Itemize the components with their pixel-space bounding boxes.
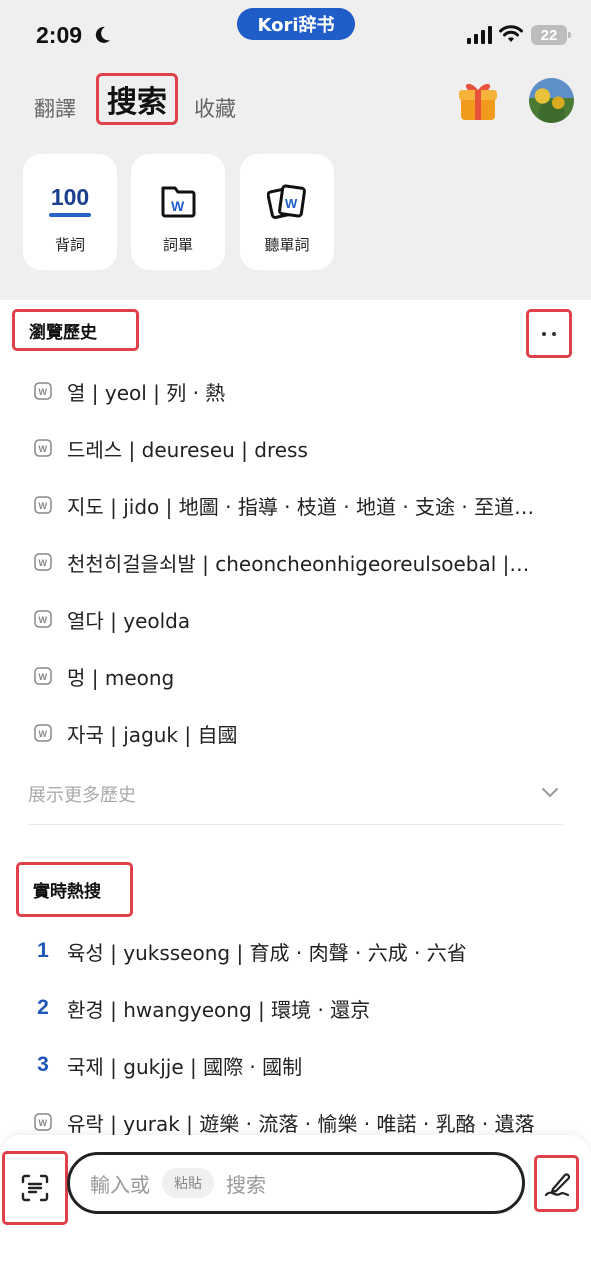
feature-card-memorize[interactable]: 100 背詞 bbox=[23, 154, 117, 270]
tab-favorites[interactable]: 收藏 bbox=[194, 93, 236, 123]
word-icon: W bbox=[34, 382, 52, 400]
trending-item-text: 국제 | gukjje | 國際 · 國制 bbox=[67, 1054, 303, 1079]
stacked-cards-icon: W bbox=[267, 184, 306, 219]
paste-button[interactable]: 粘貼 bbox=[162, 1168, 214, 1198]
divider bbox=[28, 824, 563, 825]
svg-text:W: W bbox=[39, 672, 48, 682]
word-icon: W bbox=[34, 610, 52, 628]
trending-item[interactable]: 3 국제 | gukjje | 國際 · 國制 bbox=[34, 1050, 564, 1080]
avatar[interactable] bbox=[529, 78, 574, 123]
history-item[interactable]: W 열다 | yeolda bbox=[34, 604, 564, 634]
hundred-icon: 100 bbox=[50, 184, 90, 210]
search-prefix-text: 輸入或 bbox=[90, 1172, 150, 1197]
word-icon: W bbox=[34, 439, 52, 457]
svg-text:W: W bbox=[39, 615, 48, 625]
more-icon[interactable] bbox=[526, 309, 572, 358]
handwriting-button[interactable] bbox=[534, 1155, 579, 1212]
history-item-text: 드레스 | deureseu | dress bbox=[67, 437, 308, 462]
battery-indicator: 22 bbox=[531, 25, 571, 45]
search-suffix-text: 搜索 bbox=[226, 1172, 266, 1197]
word-icon: W bbox=[34, 667, 52, 685]
svg-text:W: W bbox=[39, 501, 48, 511]
history-item-text: 지도 | jido | 地圖 · 指導 · 枝道 · 地道 · 支途 · 至道… bbox=[67, 494, 535, 519]
trending-rank: 2 bbox=[37, 996, 49, 1019]
show-more-history-button[interactable]: 展示更多歷史 bbox=[28, 781, 136, 807]
feature-label: 詞單 bbox=[162, 236, 193, 254]
svg-text:W: W bbox=[39, 387, 48, 397]
svg-text:W: W bbox=[39, 729, 48, 739]
tab-search[interactable]: 搜索 bbox=[96, 73, 178, 125]
trending-item-text: 유락 | yurak | 遊樂 · 流落 · 愉樂 · 唯諾 · 乳酪 · 遺落 bbox=[67, 1111, 535, 1136]
handwriting-icon bbox=[544, 1172, 570, 1196]
history-title: 瀏覽歷史 bbox=[12, 309, 139, 351]
chevron-down-icon[interactable] bbox=[541, 787, 559, 799]
history-item[interactable]: W 드레스 | deureseu | dress bbox=[34, 433, 564, 463]
history-item-text: 천천히걸을쇠발 | cheoncheonhigeoreulsoebal |… bbox=[67, 551, 530, 576]
scan-text-button[interactable] bbox=[2, 1151, 68, 1225]
trending-item[interactable]: 1 육성 | yuksseong | 育成 · 肉聲 · 六成 · 六省 bbox=[34, 936, 564, 966]
svg-text:W: W bbox=[171, 198, 185, 214]
feature-label: 背詞 bbox=[54, 236, 85, 254]
wifi-icon bbox=[499, 25, 523, 42]
word-icon: W bbox=[34, 1113, 52, 1131]
history-item[interactable]: W 멍 | meong bbox=[34, 661, 564, 691]
moon-icon bbox=[95, 26, 110, 43]
trending-item-text: 육성 | yuksseong | 育成 · 肉聲 · 六成 · 六省 bbox=[67, 940, 467, 965]
trending-rank: 3 bbox=[37, 1053, 49, 1076]
trending-item-text: 환경 | hwangyeong | 環境 · 還京 bbox=[67, 997, 371, 1022]
trending-item[interactable]: 2 환경 | hwangyeong | 環境 · 還京 bbox=[34, 993, 564, 1023]
history-item[interactable]: W 지도 | jido | 地圖 · 指導 · 枝道 · 地道 · 支途 · 至… bbox=[34, 490, 564, 520]
gift-icon[interactable] bbox=[456, 78, 500, 122]
feature-card-listen[interactable]: W 聽單詞 bbox=[240, 154, 334, 270]
hundred-underline bbox=[49, 213, 91, 217]
status-time: 2:09 bbox=[36, 22, 83, 48]
svg-text:W: W bbox=[39, 558, 48, 568]
svg-text:W: W bbox=[285, 196, 298, 211]
app-name-pill: Kori辞书 bbox=[237, 8, 355, 40]
signal-bars-icon bbox=[467, 26, 492, 44]
search-input[interactable]: 輸入或 粘貼 搜索 bbox=[67, 1152, 525, 1214]
word-icon: W bbox=[34, 553, 52, 571]
svg-text:W: W bbox=[39, 444, 48, 454]
feature-label: 聽單詞 bbox=[264, 236, 310, 254]
trending-title: 實時熱搜 bbox=[16, 862, 133, 917]
svg-text:W: W bbox=[39, 1118, 48, 1128]
history-item-text: 열 | yeol | 列 · 熱 bbox=[67, 380, 226, 405]
history-item-text: 열다 | yeolda bbox=[67, 608, 191, 633]
history-item[interactable]: W 열 | yeol | 列 · 熱 bbox=[34, 376, 564, 406]
tab-translate[interactable]: 翻譯 bbox=[34, 93, 76, 123]
history-item[interactable]: W 자국 | jaguk | 自國 bbox=[34, 718, 564, 748]
history-item-text: 자국 | jaguk | 自國 bbox=[67, 722, 238, 747]
wordbook-icon: W bbox=[161, 186, 196, 218]
scan-text-icon bbox=[21, 1174, 49, 1202]
trending-item[interactable]: W 유락 | yurak | 遊樂 · 流落 · 愉樂 · 唯諾 · 乳酪 · … bbox=[34, 1107, 564, 1137]
history-item-text: 멍 | meong bbox=[67, 665, 175, 690]
trending-rank: 1 bbox=[37, 939, 49, 962]
word-icon: W bbox=[34, 724, 52, 742]
feature-card-wordlist[interactable]: W 詞單 bbox=[131, 154, 225, 270]
word-icon: W bbox=[34, 496, 52, 514]
history-item[interactable]: W 천천히걸을쇠발 | cheoncheonhigeoreulsoebal |… bbox=[34, 547, 564, 577]
